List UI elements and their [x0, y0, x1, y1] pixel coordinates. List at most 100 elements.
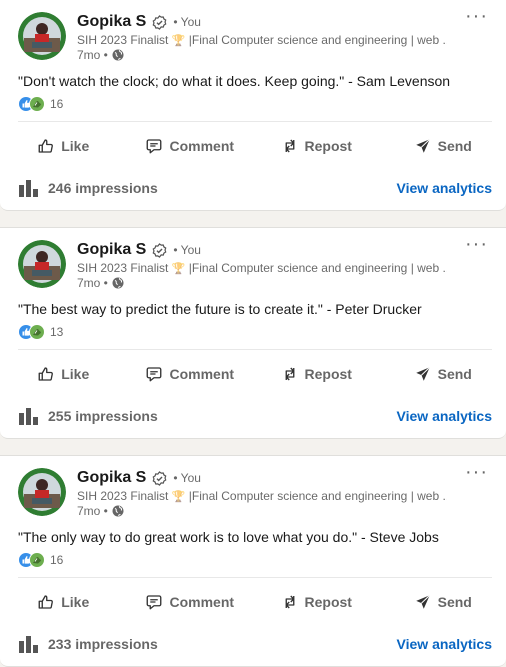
like-icon — [38, 367, 54, 381]
headline-prefix: SIH 2023 Finalist — [77, 261, 169, 275]
impressions-chart-icon — [19, 180, 38, 197]
impressions[interactable]: 255 impressions — [18, 407, 158, 425]
more-options-icon[interactable]: ··· — [465, 234, 488, 254]
repost-button[interactable]: Repost — [253, 354, 380, 394]
action-bar: Like Comment Repost Send — [0, 354, 506, 394]
avatar[interactable] — [18, 468, 66, 516]
comment-button[interactable]: Comment — [127, 354, 254, 394]
more-options-icon[interactable]: ··· — [465, 6, 488, 26]
author-name[interactable]: Gopika S — [77, 469, 146, 487]
comment-icon — [147, 367, 162, 382]
post-time: 7mo • — [77, 276, 108, 290]
trophy-icon: 🏆 — [171, 263, 186, 275]
trophy-icon: 🏆 — [171, 491, 186, 503]
trophy-icon: 🏆 — [171, 35, 186, 47]
avatar[interactable] — [18, 240, 66, 288]
like-icon — [38, 595, 54, 609]
headline-prefix: SIH 2023 Finalist — [77, 489, 169, 503]
post-time: 7mo • — [77, 48, 108, 62]
divider — [18, 577, 492, 578]
like-label: Like — [61, 366, 90, 382]
verified-badge-icon — [152, 14, 167, 30]
like-button[interactable]: Like — [0, 582, 127, 622]
comment-icon — [147, 139, 162, 154]
globe-icon — [112, 49, 124, 61]
action-bar: Like Comment Repost Send — [0, 126, 506, 166]
verified-badge-icon — [152, 470, 167, 486]
send-button[interactable]: Send — [380, 582, 506, 622]
globe-icon — [112, 505, 124, 517]
impressions[interactable]: 233 impressions — [18, 635, 158, 653]
reactions-summary[interactable]: 16 — [18, 96, 63, 112]
repost-icon — [285, 139, 294, 153]
send-icon — [415, 594, 430, 609]
author-name[interactable]: Gopika S — [77, 13, 146, 31]
repost-button[interactable]: Repost — [253, 126, 380, 166]
send-label: Send — [437, 594, 472, 610]
you-label: • You — [173, 15, 201, 29]
author-headline: SIH 2023 Finalist 🏆 |Final Computer scie… — [77, 260, 447, 277]
avatar[interactable] — [18, 12, 66, 60]
author-headline: SIH 2023 Finalist 🏆 |Final Computer scie… — [77, 32, 447, 49]
support-reaction-icon — [29, 552, 45, 568]
post-content: "The only way to do great work is to lov… — [18, 529, 439, 545]
comment-button[interactable]: Comment — [127, 582, 254, 622]
you-label: • You — [173, 471, 201, 485]
like-button[interactable]: Like — [0, 126, 127, 166]
repost-icon — [285, 367, 294, 381]
view-analytics-link[interactable]: View analytics — [397, 180, 492, 196]
like-label: Like — [61, 138, 90, 154]
impressions[interactable]: 246 impressions — [18, 179, 158, 197]
impressions-chart-icon — [19, 636, 38, 653]
support-reaction-icon — [29, 96, 45, 112]
repost-label: Repost — [304, 594, 352, 610]
send-button[interactable]: Send — [380, 126, 506, 166]
repost-label: Repost — [304, 138, 352, 154]
impressions-count: 233 impressions — [48, 636, 158, 652]
verified-badge-icon — [152, 242, 167, 258]
divider — [18, 121, 492, 122]
action-bar: Like Comment Repost Send — [0, 582, 506, 622]
send-label: Send — [437, 138, 472, 154]
support-reaction-icon — [29, 324, 45, 340]
reaction-count: 13 — [50, 325, 64, 339]
author-name[interactable]: Gopika S — [77, 241, 146, 259]
headline-suffix: |Final Computer science and engineering … — [188, 489, 447, 503]
post-footer: 233 impressions View analytics — [18, 632, 492, 656]
send-button[interactable]: Send — [380, 354, 506, 394]
reaction-count: 16 — [50, 97, 64, 111]
like-icon — [38, 139, 54, 153]
impressions-chart-icon — [19, 408, 38, 425]
divider — [18, 349, 492, 350]
reactions-summary[interactable]: 13 — [18, 324, 63, 340]
headline-suffix: |Final Computer science and engineering … — [188, 261, 447, 275]
comment-button[interactable]: Comment — [127, 126, 254, 166]
you-label: • You — [173, 243, 201, 257]
author-headline: SIH 2023 Finalist 🏆 |Final Computer scie… — [77, 488, 447, 505]
repost-button[interactable]: Repost — [253, 582, 380, 622]
post-time: 7mo • — [77, 504, 108, 518]
view-analytics-link[interactable]: View analytics — [397, 408, 492, 424]
view-analytics-link[interactable]: View analytics — [397, 636, 492, 652]
post-footer: 246 impressions View analytics — [18, 176, 492, 200]
globe-icon — [112, 277, 124, 289]
post-footer: 255 impressions View analytics — [18, 404, 492, 428]
repost-label: Repost — [304, 366, 352, 382]
post-content: "The best way to predict the future is t… — [18, 301, 422, 317]
feed: Gopika S • You SIH 2023 Finalist 🏆 |Fina… — [0, 0, 506, 667]
reaction-count: 16 — [50, 553, 64, 567]
like-label: Like — [61, 594, 90, 610]
post-card: Gopika S • You SIH 2023 Finalist 🏆 |Fina… — [0, 455, 506, 667]
impressions-count: 255 impressions — [48, 408, 158, 424]
more-options-icon[interactable]: ··· — [465, 462, 488, 482]
comment-icon — [147, 595, 162, 610]
reactions-summary[interactable]: 16 — [18, 552, 63, 568]
send-icon — [415, 366, 430, 381]
headline-prefix: SIH 2023 Finalist — [77, 33, 169, 47]
comment-label: Comment — [169, 594, 235, 610]
post-content: "Don't watch the clock; do what it does.… — [18, 73, 451, 89]
headline-suffix: |Final Computer science and engineering … — [188, 33, 447, 47]
post-card: Gopika S • You SIH 2023 Finalist 🏆 |Fina… — [0, 0, 506, 211]
comment-label: Comment — [169, 138, 235, 154]
like-button[interactable]: Like — [0, 354, 127, 394]
